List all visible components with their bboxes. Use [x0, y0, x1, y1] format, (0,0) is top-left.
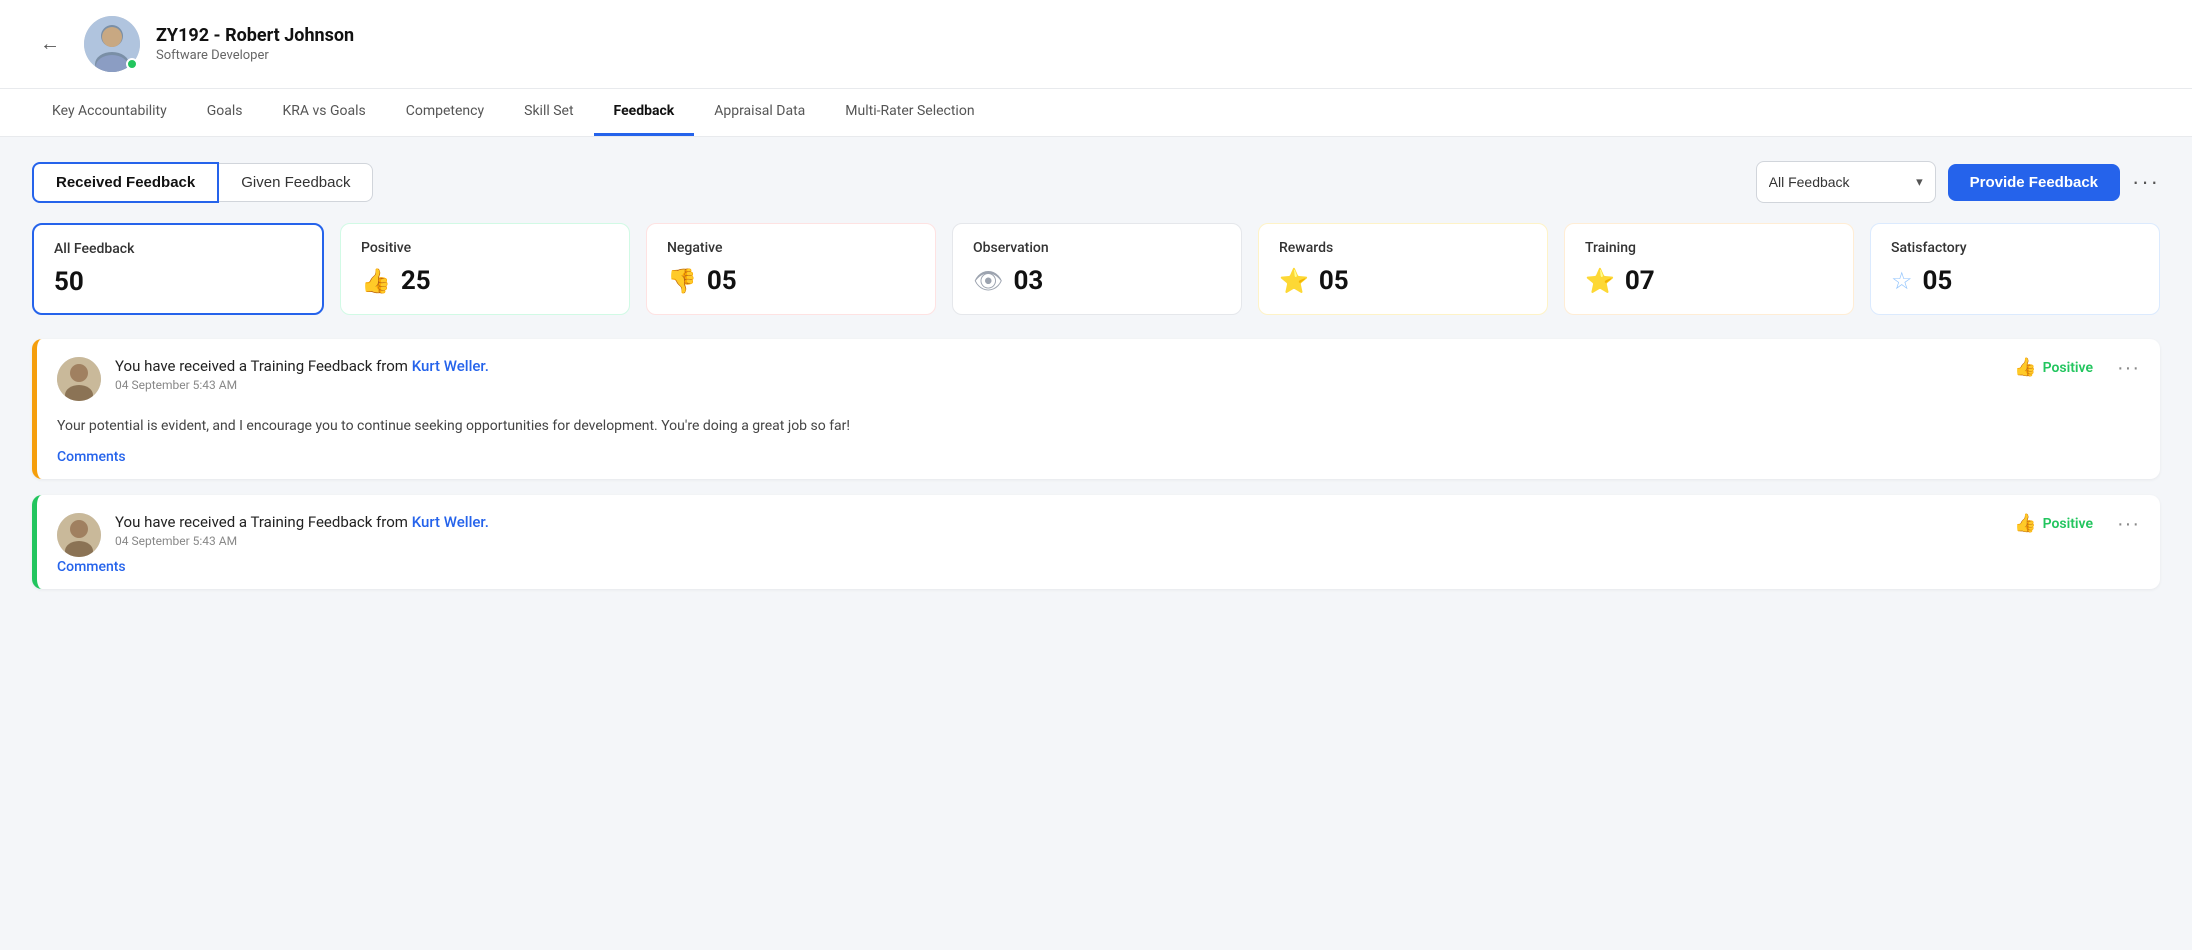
- card-title-training: Training: [1585, 240, 1833, 256]
- feedback-sender-link-1[interactable]: Kurt Weller.: [412, 357, 489, 375]
- card-count-all: 50: [54, 267, 84, 297]
- card-count-negative: 05: [707, 266, 737, 296]
- given-feedback-tab[interactable]: Given Feedback: [219, 163, 373, 202]
- summary-card-negative[interactable]: Negative 👎 05: [646, 223, 936, 315]
- feedback-item-2: You have received a Training Feedback fr…: [32, 495, 2160, 589]
- positive-icon: 👍: [361, 267, 391, 295]
- feedback-type-badge-2: 👍 Positive: [2014, 513, 2093, 534]
- card-title-all: All Feedback: [54, 241, 302, 257]
- summary-cards: All Feedback 50 Positive 👍 25 Negative 👎 05 Obse…: [32, 223, 2160, 315]
- employee-id: ZY192 - Robert Johnson: [156, 25, 354, 46]
- feedback-filter-select[interactable]: All FeedbackPositiveNegativeObservationR…: [1769, 174, 1908, 190]
- feedback-comments-link-1[interactable]: Comments: [57, 449, 126, 465]
- feedback-avatar-1: [57, 357, 101, 401]
- nav-tab-key-accountability[interactable]: Key Accountability: [32, 89, 187, 136]
- provide-feedback-button[interactable]: Provide Feedback: [1948, 164, 2120, 201]
- nav-tab-feedback[interactable]: Feedback: [594, 89, 695, 136]
- received-feedback-tab[interactable]: Received Feedback: [32, 162, 219, 203]
- feedback-type-label-2: Positive: [2043, 516, 2093, 532]
- feedback-item-1: You have received a Training Feedback fr…: [32, 339, 2160, 479]
- chevron-down-icon: ▾: [1916, 175, 1923, 190]
- online-indicator: [126, 58, 138, 70]
- card-count-rewards: 05: [1319, 266, 1349, 296]
- feedback-time-2: 04 September 5:43 AM: [115, 534, 2000, 548]
- feedback-type-label-1: Positive: [2043, 360, 2093, 376]
- card-count-observation: 03: [1013, 266, 1043, 296]
- feedback-more-btn-1[interactable]: ···: [2117, 357, 2140, 380]
- nav-tabs: Key AccountabilityGoalsKRA vs GoalsCompe…: [0, 89, 2192, 137]
- user-info: ZY192 - Robert Johnson Software Develope…: [156, 25, 354, 63]
- nav-tab-appraisal-data[interactable]: Appraisal Data: [694, 89, 825, 136]
- main-content: Received Feedback Given Feedback All Fee…: [0, 137, 2192, 629]
- summary-card-positive[interactable]: Positive 👍 25: [340, 223, 630, 315]
- feedback-comments-link-2[interactable]: Comments: [57, 559, 126, 575]
- feedback-title-1: You have received a Training Feedback fr…: [115, 357, 2000, 375]
- summary-card-satisfactory[interactable]: Satisfactory ☆ 05: [1870, 223, 2160, 315]
- nav-tab-skill-set[interactable]: Skill Set: [504, 89, 593, 136]
- card-title-positive: Positive: [361, 240, 609, 256]
- observation-icon: 👁: [973, 267, 1003, 295]
- feedback-title-2: You have received a Training Feedback fr…: [115, 513, 2000, 531]
- summary-card-all[interactable]: All Feedback 50: [32, 223, 324, 315]
- rewards-icon: ⭐: [1279, 267, 1309, 295]
- summary-card-observation[interactable]: Observation 👁 03: [952, 223, 1242, 315]
- header: ← ZY192 - Robert Johnson Software Develo…: [0, 0, 2192, 89]
- feedback-sender-link-2[interactable]: Kurt Weller.: [412, 513, 489, 531]
- nav-tab-multi-rater-selection[interactable]: Multi-Rater Selection: [825, 89, 994, 136]
- negative-icon: 👎: [667, 267, 697, 295]
- feedback-type-icon-1: 👍: [2014, 357, 2036, 378]
- card-count-training: 07: [1625, 266, 1655, 296]
- summary-card-training[interactable]: Training ⭐ 07: [1564, 223, 1854, 315]
- feedback-more-btn-2[interactable]: ···: [2117, 513, 2140, 536]
- feedback-list: You have received a Training Feedback fr…: [32, 339, 2160, 605]
- feedback-tabs-row: Received Feedback Given Feedback All Fee…: [32, 161, 2160, 203]
- satisfactory-icon: ☆: [1891, 267, 1913, 295]
- nav-tab-kra-vs-goals[interactable]: KRA vs Goals: [263, 89, 386, 136]
- card-title-satisfactory: Satisfactory: [1891, 240, 2139, 256]
- employee-role: Software Developer: [156, 48, 354, 63]
- nav-tab-goals[interactable]: Goals: [187, 89, 263, 136]
- card-count-satisfactory: 05: [1923, 266, 1953, 296]
- feedback-type-icon-2: 👍: [2014, 513, 2036, 534]
- training-icon: ⭐: [1585, 267, 1615, 295]
- summary-card-rewards[interactable]: Rewards ⭐ 05: [1258, 223, 1548, 315]
- avatar-wrap: [84, 16, 140, 72]
- feedback-avatar-2: [57, 513, 101, 557]
- card-title-rewards: Rewards: [1279, 240, 1527, 256]
- card-title-observation: Observation: [973, 240, 1221, 256]
- feedback-time-1: 04 September 5:43 AM: [115, 378, 2000, 392]
- feedback-filter-select-wrap[interactable]: All FeedbackPositiveNegativeObservationR…: [1756, 161, 1936, 203]
- card-title-negative: Negative: [667, 240, 915, 256]
- card-count-positive: 25: [401, 266, 431, 296]
- nav-tab-competency[interactable]: Competency: [386, 89, 504, 136]
- back-button[interactable]: ←: [32, 29, 68, 60]
- more-options-button[interactable]: ···: [2132, 169, 2160, 195]
- feedback-type-badge-1: 👍 Positive: [2014, 357, 2093, 378]
- feedback-body-1: Your potential is evident, and I encoura…: [57, 415, 2140, 437]
